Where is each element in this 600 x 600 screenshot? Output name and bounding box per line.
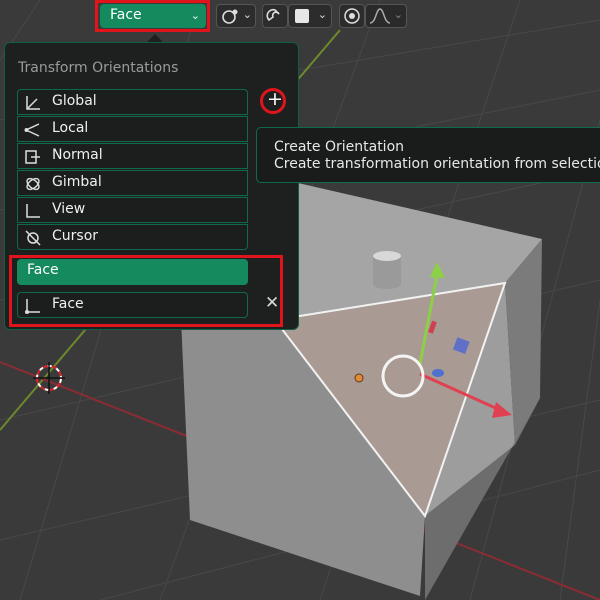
snap-target-dropdown[interactable]: ⌄ — [288, 4, 332, 28]
orientation-item-label: Normal — [52, 147, 103, 163]
pivot-point-icon — [222, 9, 238, 24]
custom-orientation-name-field[interactable]: Face — [17, 259, 248, 285]
create-orientation-tooltip: Create Orientation Create transformation… — [256, 127, 600, 183]
orientation-global-icon — [26, 96, 40, 110]
viewport-header: Face ⌄ ⌄ ⌄ ⌄ — [0, 0, 600, 32]
orientation-item-label: Face — [52, 296, 84, 312]
orientation-item-face[interactable]: Face — [17, 292, 248, 318]
custom-orientation-icon — [25, 299, 40, 314]
popup-title: Transform Orientations — [18, 60, 179, 76]
orientation-item-label: Global — [52, 93, 97, 109]
transform-pivot-button[interactable]: ⌄ — [216, 4, 256, 28]
orientation-item-label: Local — [52, 120, 89, 136]
create-orientation-button[interactable]: + — [260, 88, 286, 114]
falloff-curve-icon — [369, 8, 391, 24]
proportional-editing-icon — [344, 8, 360, 24]
light-object[interactable] — [373, 251, 401, 289]
plus-icon: + — [267, 88, 283, 110]
orientation-cursor-icon — [25, 230, 41, 246]
chevron-down-icon: ⌄ — [393, 8, 403, 21]
falloff-dropdown[interactable]: ⌄ — [365, 4, 407, 28]
snap-square-icon — [295, 9, 309, 23]
orientation-item-normal[interactable]: Normal — [17, 143, 248, 169]
chevron-down-icon: ⌄ — [317, 8, 327, 21]
tooltip-description: Create transformation orientation from s… — [274, 156, 600, 172]
proportional-editing-button[interactable] — [339, 4, 365, 28]
magnet-icon — [266, 8, 280, 22]
orientation-item-view[interactable]: View — [17, 197, 248, 223]
custom-orientation-name-value: Face — [27, 262, 59, 278]
orientation-gimbal-icon — [26, 177, 40, 191]
orientation-item-label: Cursor — [52, 228, 99, 244]
orientation-item-label: View — [52, 201, 86, 217]
orientation-item-local[interactable]: Local — [17, 116, 248, 142]
close-icon[interactable]: ✕ — [265, 293, 279, 313]
chevron-down-icon: ⌄ — [242, 8, 252, 21]
tooltip-title: Create Orientation — [274, 139, 405, 155]
orientation-item-global[interactable]: Global — [17, 89, 248, 115]
snap-toggle-button[interactable] — [262, 4, 288, 28]
orientation-view-icon — [26, 204, 40, 218]
orientation-dropdown-highlight — [95, 0, 210, 32]
orientation-item-label: Gimbal — [52, 174, 102, 190]
orientation-normal-icon — [25, 150, 40, 164]
orientation-item-cursor[interactable]: Cursor — [17, 224, 248, 250]
orientation-local-icon — [24, 123, 40, 137]
orientation-item-gimbal[interactable]: Gimbal — [17, 170, 248, 196]
